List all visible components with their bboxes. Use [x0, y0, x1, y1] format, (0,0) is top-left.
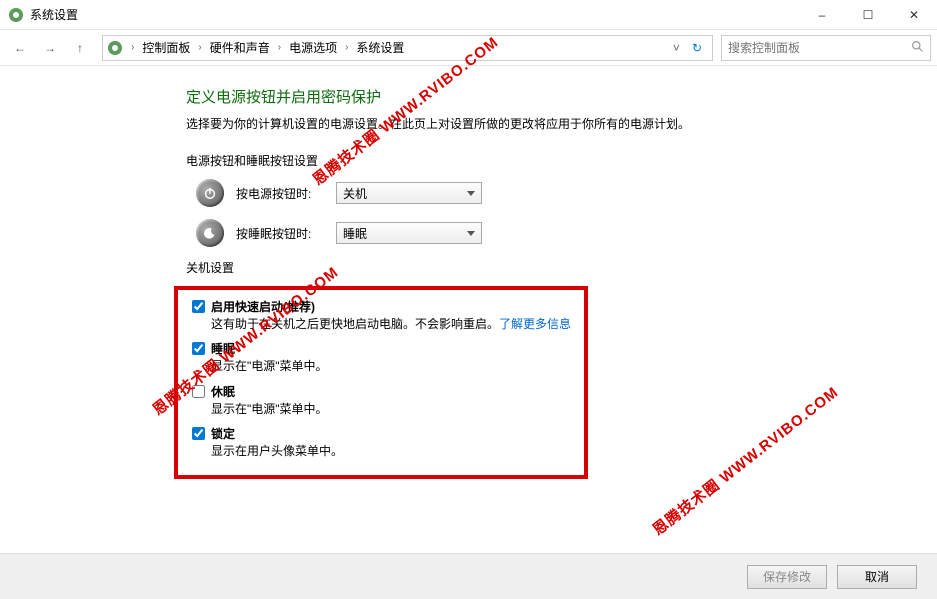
footer: 保存修改 取消: [0, 553, 937, 599]
breadcrumb-item[interactable]: 系统设置: [352, 37, 408, 58]
checkbox-desc: 显示在"电源"菜单中。: [211, 357, 580, 376]
forward-button[interactable]: →: [36, 34, 64, 62]
check-lock: 锁定 显示在用户头像菜单中。: [192, 425, 580, 461]
chevron-right-icon: ›: [276, 42, 283, 53]
breadcrumb[interactable]: › 控制面板 › 硬件和声音 › 电源选项 › 系统设置 ˅ ↻: [102, 35, 713, 61]
power-button-row: 按电源按钮时: 关机: [186, 179, 826, 207]
minimize-button[interactable]: –: [799, 0, 845, 30]
check-sleep: 睡眠 显示在"电源"菜单中。: [192, 340, 580, 376]
page-title: 定义电源按钮并启用密码保护: [186, 86, 826, 107]
checkbox-fast-startup[interactable]: [192, 300, 205, 313]
checkbox-desc: 显示在"电源"菜单中。: [211, 400, 580, 419]
checkbox-label: 睡眠: [211, 340, 235, 357]
search-icon[interactable]: [911, 40, 924, 56]
back-button[interactable]: ←: [6, 34, 34, 62]
checkbox-lock[interactable]: [192, 427, 205, 440]
breadcrumb-item[interactable]: 硬件和声音: [206, 37, 274, 58]
sleep-button-label: 按睡眠按钮时:: [236, 225, 336, 242]
chevron-right-icon: ›: [343, 42, 350, 53]
save-button[interactable]: 保存修改: [747, 565, 827, 589]
refresh-button[interactable]: ↻: [686, 41, 708, 55]
navbar: ← → ↑ › 控制面板 › 硬件和声音 › 电源选项 › 系统设置 ˅ ↻: [0, 30, 937, 66]
breadcrumb-item[interactable]: 控制面板: [138, 37, 194, 58]
up-button[interactable]: ↑: [66, 34, 94, 62]
checkbox-label: 休眠: [211, 383, 235, 400]
checkbox-desc: 这有助于在关机之后更快地启动电脑。不会影响重启。了解更多信息: [211, 315, 580, 334]
close-button[interactable]: ✕: [891, 0, 937, 30]
cancel-button[interactable]: 取消: [837, 565, 917, 589]
checkbox-desc: 显示在用户头像菜单中。: [211, 442, 580, 461]
check-hibernate: 休眠 显示在"电源"菜单中。: [192, 383, 580, 419]
section-label-buttons: 电源按钮和睡眠按钮设置: [186, 152, 826, 169]
power-button-label: 按电源按钮时:: [236, 185, 336, 202]
titlebar: 系统设置 – ☐ ✕: [0, 0, 937, 30]
check-fast-startup: 启用快速启动(推荐) 这有助于在关机之后更快地启动电脑。不会影响重启。了解更多信…: [192, 298, 580, 334]
learn-more-link[interactable]: 了解更多信息: [499, 317, 571, 331]
checkbox-sleep[interactable]: [192, 342, 205, 355]
checkbox-label: 启用快速启动(推荐): [211, 298, 315, 315]
power-icon: [196, 179, 224, 207]
app-icon: [8, 7, 24, 23]
search-box[interactable]: [721, 35, 931, 61]
checkbox-label: 锁定: [211, 425, 235, 442]
chevron-right-icon: ›: [196, 42, 203, 53]
sleep-icon: [196, 219, 224, 247]
breadcrumb-item[interactable]: 电源选项: [285, 37, 341, 58]
search-input[interactable]: [728, 41, 911, 55]
window-controls: – ☐ ✕: [799, 0, 937, 30]
checkbox-hibernate[interactable]: [192, 385, 205, 398]
breadcrumb-dropdown-icon[interactable]: ˅: [669, 41, 684, 55]
maximize-button[interactable]: ☐: [845, 0, 891, 30]
page-subtitle: 选择要为你的计算机设置的电源设置。在此页上对设置所做的更改将应用于你所有的电源计…: [186, 115, 826, 134]
content-area: 定义电源按钮并启用密码保护 选择要为你的计算机设置的电源设置。在此页上对设置所做…: [0, 70, 937, 553]
sleep-button-row: 按睡眠按钮时: 睡眠: [186, 219, 826, 247]
power-button-select[interactable]: 关机: [336, 182, 482, 204]
breadcrumb-icon: [107, 40, 123, 56]
chevron-right-icon: ›: [129, 42, 136, 53]
window-title: 系统设置: [30, 6, 799, 23]
shutdown-settings-box: 启用快速启动(推荐) 这有助于在关机之后更快地启动电脑。不会影响重启。了解更多信…: [174, 286, 588, 479]
sleep-button-select[interactable]: 睡眠: [336, 222, 482, 244]
section-label-shutdown: 关机设置: [186, 259, 826, 276]
